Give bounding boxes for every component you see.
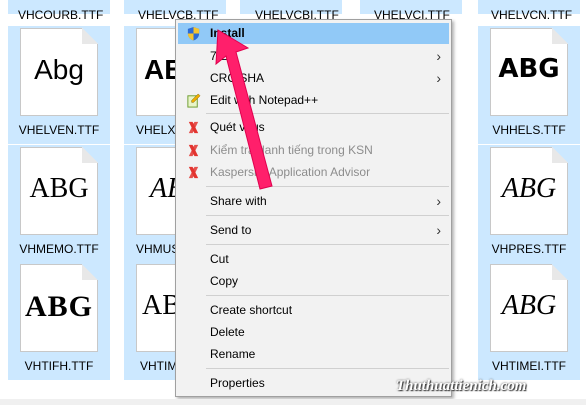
chevron-right-icon: › <box>436 48 441 64</box>
font-sample: ABG <box>29 173 89 204</box>
menu-item-label: Properties <box>210 376 265 390</box>
pointer-arrow-icon <box>215 29 273 190</box>
menu-separator <box>206 215 449 216</box>
menu-item-create-shortcut[interactable]: Create shortcut <box>178 300 449 321</box>
chevron-right-icon: › <box>436 70 441 86</box>
font-sample: ABG <box>501 173 557 204</box>
menu-item-rename[interactable]: Rename <box>178 344 449 365</box>
file-tile[interactable]: ABG VHTIMEI.TTF <box>478 262 580 380</box>
menu-item-label: Copy <box>210 274 239 288</box>
menu-item-label: Rename <box>210 347 256 361</box>
font-sample: ABG <box>24 290 93 323</box>
font-sample: ABG <box>498 54 560 84</box>
menu-item-label: Delete <box>210 325 245 339</box>
kaspersky-icon <box>188 166 199 179</box>
menu-item-cut[interactable]: Cut <box>178 249 449 270</box>
menu-separator <box>206 368 449 369</box>
menu-separator <box>206 295 449 296</box>
menu-item-delete[interactable]: Delete <box>178 322 449 343</box>
watermark: Thuthuattienich.com <box>396 378 527 394</box>
file-label: VHHELS.TTF <box>492 123 566 137</box>
file-tile[interactable]: ABG VHHELS.TTF <box>478 26 580 144</box>
file-label: VHELVEN.TTF <box>18 123 100 137</box>
file-label: VHPRES.TTF <box>491 242 567 256</box>
menu-item-label: Create shortcut <box>210 303 293 317</box>
notepad-plus-icon <box>187 93 201 108</box>
file-tile[interactable]: Abg VHELVEN.TTF <box>8 26 110 144</box>
file-label: VHCOURB.TTF <box>18 8 104 22</box>
font-sample: Abg <box>34 54 84 85</box>
file-label: VHTIMEI.TTF <box>492 359 566 373</box>
chevron-right-icon: › <box>436 193 441 209</box>
file-label: VHTIFH.TTF <box>24 359 94 373</box>
kaspersky-icon <box>188 121 199 134</box>
menu-separator <box>206 244 449 245</box>
shield-icon <box>187 26 200 41</box>
kaspersky-icon <box>188 144 199 157</box>
menu-item-label: Cut <box>210 252 229 266</box>
menu-item-copy[interactable]: Copy <box>178 271 449 292</box>
file-label: VHELVCN.TTF <box>491 8 573 22</box>
font-sample: ABG <box>501 290 557 321</box>
file-tile[interactable]: ABG VHTIFH.TTF <box>8 262 110 380</box>
file-tile[interactable]: ABG VHPRES.TTF <box>478 145 580 263</box>
file-tile[interactable]: ABG VHMEMO.TTF <box>8 145 110 263</box>
file-label: VHMEMO.TTF <box>19 242 99 256</box>
chevron-right-icon: › <box>436 222 441 238</box>
status-bar <box>0 399 586 405</box>
menu-item-label: Send to <box>210 223 252 237</box>
menu-item-send-to[interactable]: Send to › <box>178 220 449 241</box>
